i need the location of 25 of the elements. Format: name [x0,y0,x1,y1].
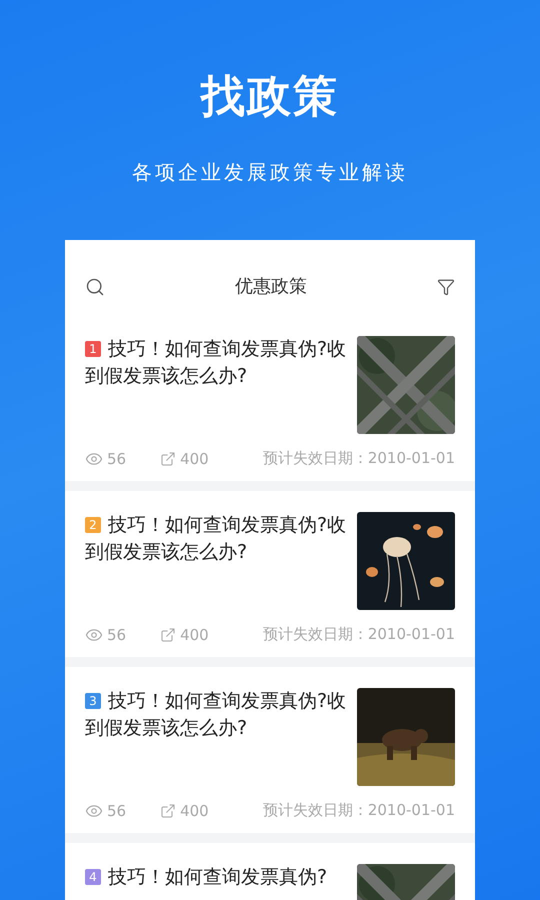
card-title: 优惠政策 [235,275,307,299]
expiry-date: 预计失效日期：2010-01-01 [262,449,455,468]
share-count: 400 [180,450,209,468]
hero-title: 找政策 [201,70,339,124]
hero-subtitle: 各项企业发展政策专业解读 [132,159,408,186]
rank-badge: 1 [85,341,101,357]
search-icon[interactable] [85,277,105,297]
rank-badge: 3 [85,693,101,709]
view-count: 56 [107,450,126,468]
rank-badge: 2 [85,517,101,533]
share-count: 400 [180,626,209,644]
view-count: 56 [107,802,126,820]
view-count: 56 [107,626,126,644]
article-title[interactable]: 4 技巧！如何查询发票真伪? [85,864,347,900]
share-icon[interactable] [160,626,176,642]
rank-badge: 4 [85,869,101,885]
article-title[interactable]: 2 技巧！如何查询发票真伪?收到假发票该怎么办? [85,512,347,610]
share-count: 400 [180,802,209,820]
share-icon[interactable] [160,450,176,466]
article-title[interactable]: 3 技巧！如何查询发票真伪?收到假发票该怎么办? [85,688,347,786]
expiry-date: 预计失效日期：2010-01-01 [262,625,455,644]
filter-icon[interactable] [437,278,455,296]
expiry-date: 预计失效日期：2010-01-01 [262,801,455,820]
article-title[interactable]: 1 技巧！如何查询发票真伪?收到假发票该怎么办? [85,336,347,434]
share-icon[interactable] [160,802,176,818]
